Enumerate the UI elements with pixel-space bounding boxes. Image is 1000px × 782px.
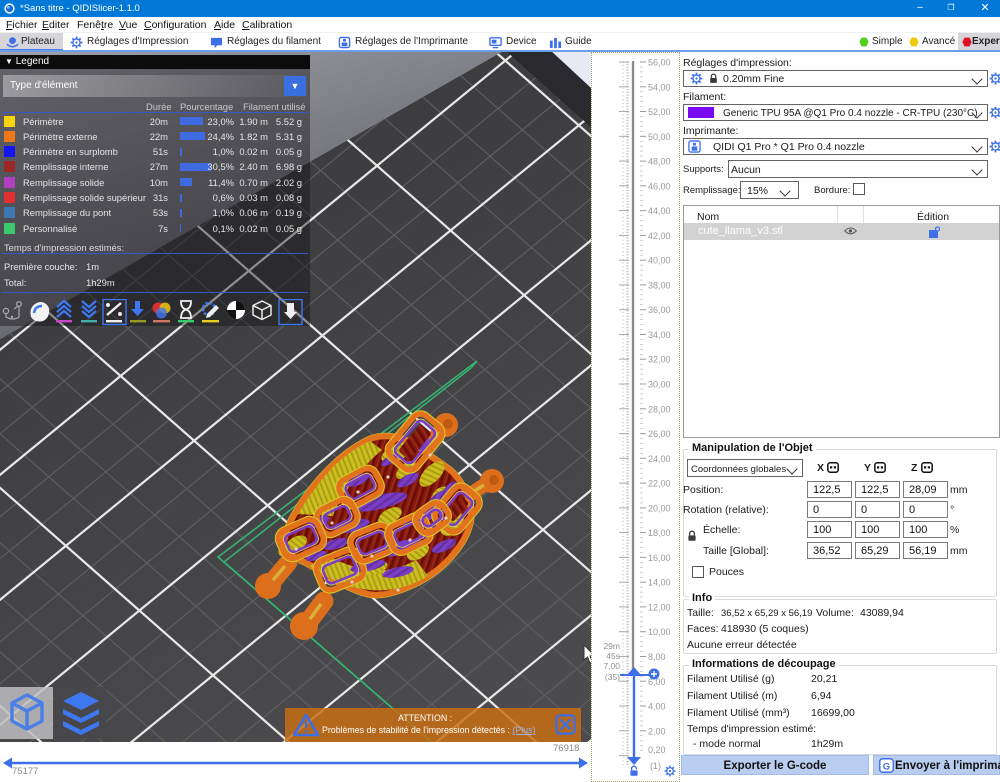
svg-text:38,00: 38,00	[648, 280, 671, 290]
svg-text:16,00: 16,00	[648, 553, 671, 563]
svg-text:50,00: 50,00	[648, 132, 671, 142]
svg-text:34,00: 34,00	[648, 330, 671, 340]
svg-text:29m: 29m	[603, 641, 620, 651]
svg-text:12,00: 12,00	[648, 602, 671, 612]
svg-text:20,00: 20,00	[648, 503, 671, 513]
svg-text:40,00: 40,00	[648, 256, 671, 266]
svg-text:36,00: 36,00	[648, 305, 671, 315]
svg-text:42,00: 42,00	[648, 231, 671, 241]
svg-text:54,00: 54,00	[648, 82, 671, 92]
svg-text:14,00: 14,00	[648, 578, 671, 588]
svg-text:22,00: 22,00	[648, 479, 671, 489]
svg-text:G: G	[883, 761, 890, 771]
svg-text:24,00: 24,00	[648, 454, 671, 464]
svg-text:4,00: 4,00	[648, 702, 666, 712]
svg-text:45s: 45s	[606, 651, 620, 661]
svg-text:0,20: 0,20	[648, 745, 666, 755]
svg-text:26,00: 26,00	[648, 429, 671, 439]
svg-text:2,00: 2,00	[648, 726, 666, 736]
svg-text:32,00: 32,00	[648, 355, 671, 365]
svg-text:30,00: 30,00	[648, 380, 671, 390]
svg-text:7,00: 7,00	[603, 661, 620, 671]
svg-text:(1): (1)	[650, 761, 661, 771]
svg-text:10,00: 10,00	[648, 627, 671, 637]
svg-text:8,00: 8,00	[648, 652, 666, 662]
svg-text:28,00: 28,00	[648, 404, 671, 414]
svg-text:52,00: 52,00	[648, 107, 671, 117]
svg-text:46,00: 46,00	[648, 181, 671, 191]
svg-text:44,00: 44,00	[648, 206, 671, 216]
svg-text:(35): (35)	[605, 672, 620, 682]
svg-text:18,00: 18,00	[648, 528, 671, 538]
svg-text:48,00: 48,00	[648, 157, 671, 167]
svg-text:56,00: 56,00	[648, 58, 671, 68]
